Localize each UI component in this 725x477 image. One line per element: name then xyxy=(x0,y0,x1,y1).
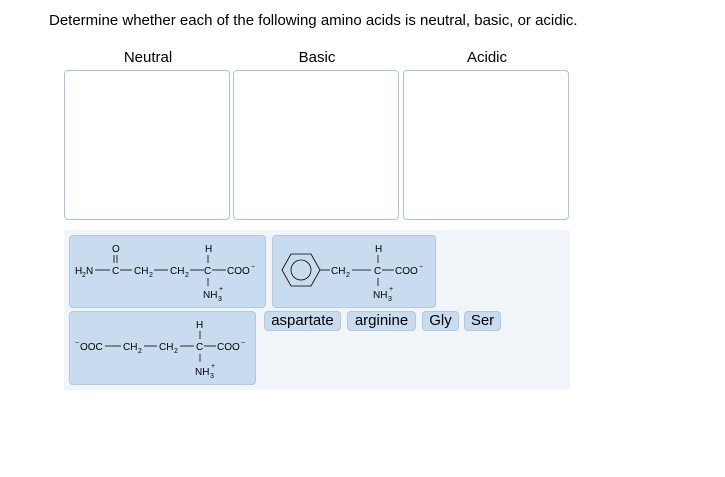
structure-card-phenylalanine[interactable]: H CH 2 C COO − NH 3 + xyxy=(272,235,436,308)
ammonium-charge: + xyxy=(211,363,215,370)
ch2-a-label: CH xyxy=(134,266,148,277)
alpha-c-label: C xyxy=(204,266,211,277)
carboxylate-label: COO xyxy=(395,266,418,277)
chip-ser[interactable]: Ser xyxy=(464,311,501,331)
ammonium-label: NH xyxy=(195,367,209,378)
benzene-ring-hexagon xyxy=(281,253,321,287)
carbonyl-c-label: C xyxy=(112,266,119,277)
alpha-h-label: H xyxy=(375,244,382,255)
ammonium-subscript: 3 xyxy=(210,373,214,380)
ammonium-label: NH xyxy=(203,290,217,301)
ch2-label: CH xyxy=(331,266,345,277)
side-chain-carboxylate-label: OOC xyxy=(80,342,103,353)
glutamate-structure: − OOC CH 2 CH 2 H C COO − NH 3 + xyxy=(75,320,245,380)
alpha-h-label: H xyxy=(196,320,203,331)
category-header-acidic: Acidic xyxy=(466,49,507,66)
page: Determine whether each of the following … xyxy=(0,0,725,477)
drop-zone-neutral[interactable] xyxy=(64,70,230,220)
ch2-b-label: CH xyxy=(170,266,184,277)
ch2-b-subscript: 2 xyxy=(185,272,189,279)
ammonium-charge: + xyxy=(389,286,393,293)
alpha-c-label: C xyxy=(374,266,381,277)
drop-zone-acidic[interactable] xyxy=(403,70,569,220)
oxygen-label: O xyxy=(112,244,120,255)
chip-gly[interactable]: Gly xyxy=(422,311,459,331)
category-header-basic: Basic xyxy=(298,49,336,66)
chip-aspartate[interactable]: aspartate xyxy=(264,311,341,331)
carboxylate-label: COO xyxy=(227,266,250,277)
ammonium-charge: + xyxy=(219,286,223,293)
alpha-c-label: C xyxy=(196,342,203,353)
category-header-neutral: Neutral xyxy=(123,49,173,66)
ch2-a-subscript: 2 xyxy=(149,272,153,279)
drop-zone-basic[interactable] xyxy=(233,70,399,220)
ch2-b-subscript: 2 xyxy=(174,348,178,355)
ammonium-subscript: 3 xyxy=(218,296,222,303)
question-text: Determine whether each of the following … xyxy=(49,12,578,29)
ammonium-subscript: 3 xyxy=(388,296,392,303)
carboxylate-label: COO xyxy=(217,342,240,353)
carboxylate-charge: − xyxy=(241,340,245,347)
chip-arginine[interactable]: arginine xyxy=(347,311,416,331)
benzene-ring-circle xyxy=(290,259,312,281)
ch2-b-label: CH xyxy=(159,342,173,353)
structure-card-glutamate[interactable]: − OOC CH 2 CH 2 H C COO − NH 3 + xyxy=(69,311,256,385)
ch2-subscript: 2 xyxy=(346,272,350,279)
phenylalanine-structure: H CH 2 C COO − NH 3 + xyxy=(281,244,423,303)
structure-card-glutamine[interactable]: O H H 2 N C CH 2 CH 2 C COO − NH 3 + xyxy=(69,235,266,308)
carboxylate-charge: − xyxy=(251,264,255,271)
carboxylate-charge: − xyxy=(419,264,423,271)
ammonium-label: NH xyxy=(373,290,387,301)
alpha-h-label: H xyxy=(205,244,212,255)
side-chain-charge: − xyxy=(75,340,79,347)
ch2-a-subscript: 2 xyxy=(138,348,142,355)
glutamine-structure: O H H 2 N C CH 2 CH 2 C COO − NH 3 + xyxy=(75,244,255,303)
amide-n-label: N xyxy=(86,266,93,277)
ch2-a-label: CH xyxy=(123,342,137,353)
